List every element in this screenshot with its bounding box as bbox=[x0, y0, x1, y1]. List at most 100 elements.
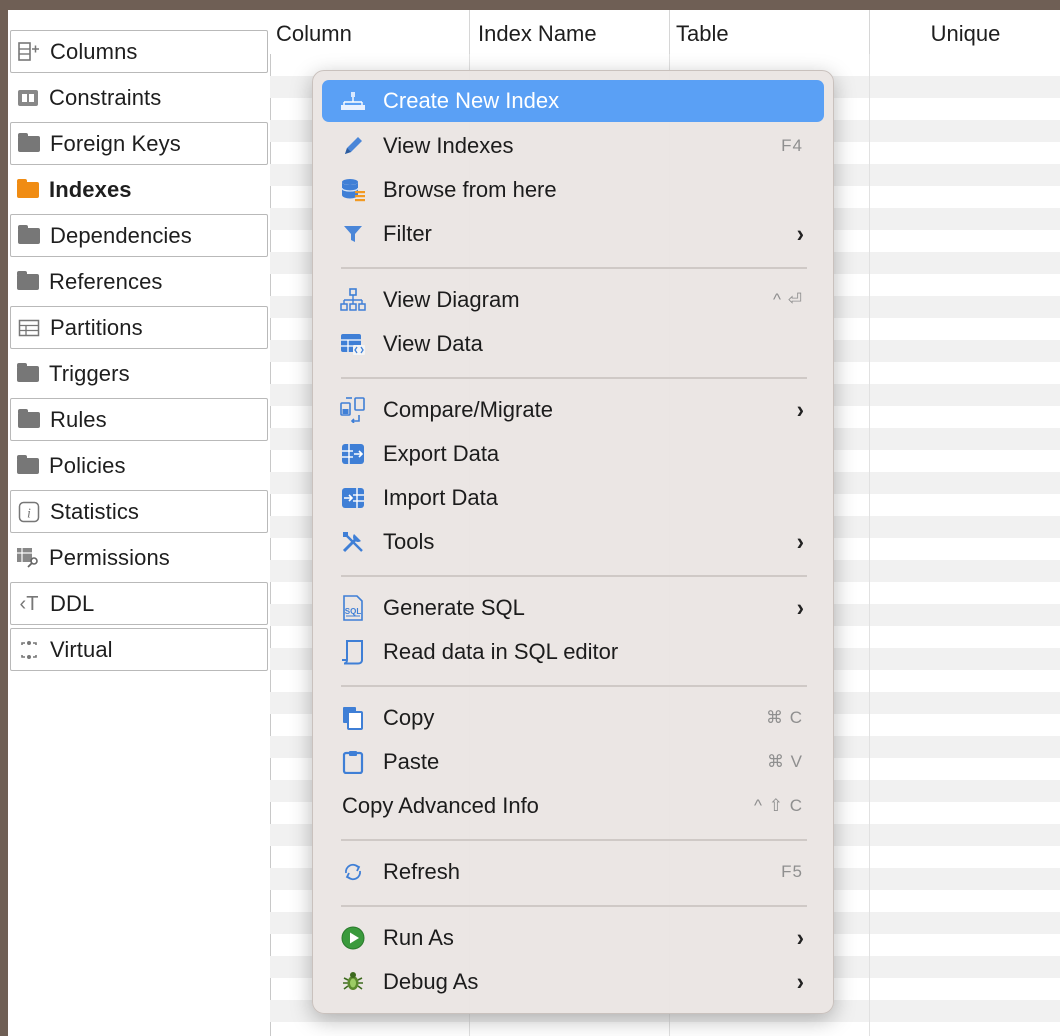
menu-item-tools[interactable]: Tools › bbox=[322, 521, 824, 563]
menu-item-refresh[interactable]: Refresh F5 bbox=[322, 851, 824, 893]
menu-separator bbox=[341, 267, 807, 269]
menu-item-label: Debug As bbox=[383, 969, 479, 994]
pencil-icon bbox=[339, 132, 367, 160]
chevron-right-icon: › bbox=[796, 219, 804, 248]
view-data-icon bbox=[339, 330, 367, 358]
menu-item-copy[interactable]: Copy ⌘ C bbox=[322, 697, 824, 739]
refresh-icon bbox=[339, 858, 367, 886]
menu-item-view-data[interactable]: View Data bbox=[322, 323, 824, 365]
tab-columns[interactable]: Columns bbox=[10, 30, 268, 73]
import-icon bbox=[339, 484, 367, 512]
column-header-table[interactable]: Table bbox=[669, 10, 876, 54]
chevron-right-icon: › bbox=[796, 967, 804, 996]
menu-item-label: Create New Index bbox=[383, 88, 560, 113]
folder-icon bbox=[17, 132, 41, 156]
tab-label: Permissions bbox=[49, 544, 170, 570]
svg-text:SQL: SQL bbox=[345, 607, 362, 616]
menu-item-label: Export Data bbox=[383, 441, 500, 466]
sql-editor-icon bbox=[339, 638, 367, 666]
shortcut-label: ^ ⏎ bbox=[773, 290, 803, 309]
menu-separator bbox=[341, 839, 807, 841]
tab-partitions[interactable]: Partitions bbox=[10, 306, 268, 349]
tab-label: DDL bbox=[50, 590, 95, 616]
chevron-right-icon: › bbox=[796, 923, 804, 952]
folder-icon bbox=[17, 224, 41, 248]
menu-item-label: Filter bbox=[383, 221, 432, 246]
tab-statistics[interactable]: i Statistics bbox=[10, 490, 268, 533]
tab-triggers[interactable]: Triggers bbox=[10, 352, 268, 395]
menu-item-paste[interactable]: Paste ⌘ V bbox=[322, 741, 824, 783]
folder-icon bbox=[16, 454, 40, 478]
tab-ddl[interactable]: ‹T DDL bbox=[10, 582, 268, 625]
tab-dependencies[interactable]: Dependencies bbox=[10, 214, 268, 257]
menu-item-import-data[interactable]: Import Data bbox=[322, 477, 824, 519]
shortcut-label: ⌘ C bbox=[766, 708, 803, 727]
folder-icon bbox=[17, 408, 41, 432]
tab-references[interactable]: References bbox=[10, 260, 268, 303]
tab-constraints[interactable]: Constraints bbox=[10, 76, 268, 119]
tab-indexes[interactable]: Indexes bbox=[10, 168, 268, 211]
column-header-index-name[interactable]: Index Name bbox=[469, 10, 676, 54]
context-menu: Create New Index View Indexes F4 Browse … bbox=[312, 70, 834, 1014]
menu-item-view-indexes[interactable]: View Indexes F4 bbox=[322, 125, 824, 167]
object-tabs: Columns Constraints Foreign Keys Indexes… bbox=[8, 10, 271, 1036]
tab-label: Rules bbox=[50, 406, 107, 432]
menu-item-browse-from-here[interactable]: Browse from here bbox=[322, 169, 824, 211]
constraints-icon bbox=[16, 86, 40, 110]
compare-icon bbox=[339, 396, 367, 424]
menu-item-label: Tools bbox=[383, 529, 435, 554]
database-browse-icon bbox=[339, 176, 367, 204]
debug-icon bbox=[339, 968, 367, 996]
column-header-unique[interactable]: Unique bbox=[869, 10, 1060, 54]
tab-label: References bbox=[49, 268, 163, 294]
export-icon bbox=[339, 440, 367, 468]
tab-label: Statistics bbox=[50, 498, 140, 524]
table-row bbox=[270, 1022, 1060, 1036]
run-icon bbox=[339, 924, 367, 952]
tools-icon bbox=[339, 528, 367, 556]
tab-label: Partitions bbox=[50, 314, 143, 340]
copy-icon bbox=[339, 704, 367, 732]
menu-separator bbox=[341, 377, 807, 379]
column-divider bbox=[869, 54, 870, 1036]
tab-label: Policies bbox=[49, 452, 126, 478]
tab-rules[interactable]: Rules bbox=[10, 398, 268, 441]
tab-virtual[interactable]: Virtual bbox=[10, 628, 268, 671]
menu-item-copy-advanced-info[interactable]: Copy Advanced Info ^ ⇧ C bbox=[322, 785, 824, 827]
menu-item-create-new-index[interactable]: Create New Index bbox=[322, 80, 824, 122]
ddl-icon: ‹T bbox=[19, 592, 39, 615]
chevron-right-icon: › bbox=[796, 395, 804, 424]
menu-item-label: View Diagram bbox=[383, 287, 520, 312]
folder-orange-icon bbox=[16, 178, 40, 202]
menu-item-compare-migrate[interactable]: Compare/Migrate › bbox=[322, 389, 824, 431]
menu-item-read-data-in-sql-editor[interactable]: Read data in SQL editor bbox=[322, 631, 824, 673]
menu-item-generate-sql[interactable]: SQL Generate SQL › bbox=[322, 587, 824, 629]
tab-label: Indexes bbox=[49, 176, 132, 202]
menu-item-export-data[interactable]: Export Data bbox=[322, 433, 824, 475]
menu-item-filter[interactable]: Filter › bbox=[322, 213, 824, 255]
sql-icon: SQL bbox=[339, 594, 367, 622]
shortcut-label: F4 bbox=[781, 136, 803, 155]
table-header: Column Index Name Table Unique bbox=[270, 10, 1060, 54]
menu-item-run-as[interactable]: Run As › bbox=[322, 917, 824, 959]
diagram-icon bbox=[339, 286, 367, 314]
columns-add-icon bbox=[17, 40, 41, 64]
folder-icon bbox=[16, 270, 40, 294]
partitions-icon bbox=[17, 316, 41, 340]
menu-item-view-diagram[interactable]: View Diagram ^ ⏎ bbox=[322, 279, 824, 321]
paste-icon bbox=[339, 748, 367, 776]
menu-item-label: View Data bbox=[383, 331, 483, 356]
menu-item-label: Import Data bbox=[383, 485, 498, 510]
column-header-column[interactable]: Column bbox=[276, 10, 466, 54]
svg-text:i: i bbox=[27, 506, 31, 521]
menu-item-label: Copy bbox=[383, 705, 435, 730]
tab-foreign-keys[interactable]: Foreign Keys bbox=[10, 122, 268, 165]
menu-separator bbox=[341, 685, 807, 687]
shortcut-label: F5 bbox=[781, 862, 803, 881]
menu-item-debug-as[interactable]: Debug As › bbox=[322, 961, 824, 1003]
shortcut-label: ^ ⇧ C bbox=[754, 796, 803, 815]
permissions-icon bbox=[16, 546, 40, 570]
tab-permissions[interactable]: Permissions bbox=[10, 536, 268, 579]
menu-item-label: Refresh bbox=[383, 859, 461, 884]
tab-policies[interactable]: Policies bbox=[10, 444, 268, 487]
